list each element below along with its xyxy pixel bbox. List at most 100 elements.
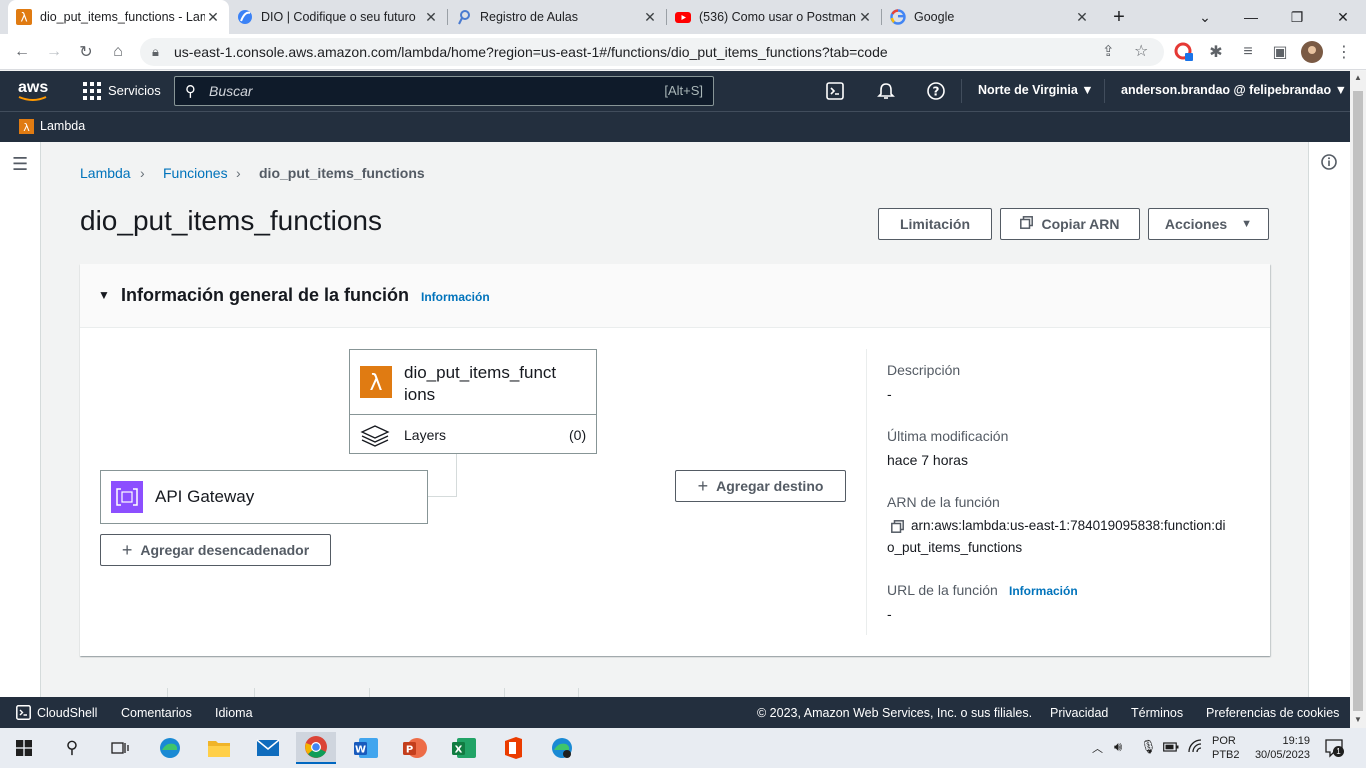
tab-dio[interactable]: DIO | Codifique o seu futuro ✕ <box>229 0 447 34</box>
windows-start-icon[interactable] <box>4 732 44 764</box>
region-selector[interactable]: Norte de Virginia ▼ <box>978 83 1094 97</box>
layers-count: (0) <box>569 427 587 443</box>
reload-icon[interactable]: ↻ <box>74 40 98 64</box>
breadcrumb-lambda[interactable]: Lambda <box>80 165 131 181</box>
svg-text:P: P <box>406 745 413 756</box>
trigger-node-api-gateway[interactable]: API Gateway <box>100 470 428 524</box>
extension-red-icon[interactable] <box>1172 40 1196 64</box>
description-label: Descripción <box>887 362 961 378</box>
hamburger-menu-icon[interactable]: ☰ <box>12 154 28 175</box>
scroll-up-icon[interactable]: ▲ <box>1354 73 1362 82</box>
forward-icon[interactable]: → <box>42 40 66 64</box>
plus-icon: + <box>697 475 709 496</box>
extensions-puzzle-icon[interactable]: ✱ <box>1204 40 1228 64</box>
close-icon[interactable]: ✕ <box>857 9 873 25</box>
reading-list-icon[interactable]: ≡ <box>1236 40 1260 64</box>
comments-link[interactable]: Comentarios <box>121 706 192 720</box>
clock[interactable]: 19:19 30/05/2023 <box>1250 734 1310 762</box>
add-trigger-button[interactable]: + Agregar desencadenador <box>100 534 331 566</box>
search-icon[interactable]: ⚲ <box>52 732 92 764</box>
copy-arn-button[interactable]: Copiar ARN <box>1000 208 1140 240</box>
search-input[interactable]: ⚲ Buscar [Alt+S] <box>174 76 714 106</box>
volume-icon[interactable]: 🔊︎ <box>1114 739 1122 755</box>
aws-logo[interactable]: aws <box>18 79 48 101</box>
plus-icon: + <box>121 539 133 560</box>
scroll-down-icon[interactable]: ▼ <box>1354 715 1362 724</box>
tab-lambda[interactable]: λ dio_put_items_functions - Lam ✕ <box>8 0 229 34</box>
tab-title: dio_put_items_functions - Lam <box>40 10 205 24</box>
menu-kebab-icon[interactable]: ⋮ <box>1332 40 1356 64</box>
info-link[interactable]: Información <box>1009 584 1078 598</box>
svg-text:λ: λ <box>369 371 382 396</box>
new-tab-button[interactable]: + <box>1104 0 1134 34</box>
arn-value-line1: arn:aws:lambda:us-east-1:784019095838:fu… <box>911 518 1226 533</box>
account-menu[interactable]: anderson.brandao @ felipebrandao ▼ <box>1121 83 1347 97</box>
services-grid-icon[interactable] <box>83 82 101 105</box>
info-link[interactable]: Información <box>421 290 490 304</box>
tray-chevron-up-icon[interactable]: ︿ <box>1092 740 1103 756</box>
task-view-icon[interactable] <box>100 732 140 764</box>
api-gateway-icon <box>111 481 143 518</box>
caret-down-icon[interactable]: ▼ <box>98 288 110 302</box>
tab-google[interactable]: Google ✕ <box>882 0 1098 34</box>
notifications-bell-icon[interactable] <box>876 81 896 106</box>
close-icon[interactable]: ✕ <box>642 9 658 25</box>
actions-dropdown[interactable]: Acciones ▼ <box>1148 208 1269 240</box>
help-icon[interactable]: ? <box>926 81 946 106</box>
close-icon[interactable]: ✕ <box>205 9 221 25</box>
close-icon[interactable]: ✕ <box>1074 9 1090 25</box>
google-icon <box>890 9 906 25</box>
youtube-icon <box>675 9 691 25</box>
terms-link[interactable]: Términos <box>1131 706 1183 720</box>
services-menu[interactable]: Servicios <box>108 83 161 98</box>
file-explorer-icon[interactable] <box>199 732 239 764</box>
microphone-icon[interactable]: 🎙︎ <box>1140 739 1157 755</box>
input-language[interactable]: POR PTB2 <box>1212 734 1240 762</box>
home-icon[interactable]: ⌂ <box>106 40 130 64</box>
copy-icon[interactable] <box>891 520 904 538</box>
back-icon[interactable]: ← <box>10 40 34 64</box>
scrollbar-thumb[interactable] <box>1353 91 1363 711</box>
notification-center-icon[interactable]: 1 <box>1324 738 1344 763</box>
office-icon[interactable] <box>493 732 533 764</box>
cloudshell-icon[interactable] <box>826 82 844 105</box>
privacy-link[interactable]: Privacidad <box>1050 706 1108 720</box>
language-link[interactable]: Idioma <box>215 706 253 720</box>
layers-label: Layers <box>404 427 447 443</box>
powerpoint-icon[interactable]: P <box>395 732 435 764</box>
info-panel-icon[interactable] <box>1321 154 1337 175</box>
chrome-taskbar-icon[interactable] <box>296 732 336 764</box>
chevron-right-icon: › <box>140 165 145 181</box>
battery-icon[interactable] <box>1163 740 1179 758</box>
minimize-icon[interactable]: — <box>1228 0 1274 34</box>
close-icon[interactable]: ✕ <box>423 9 439 25</box>
window-close-icon[interactable]: ✕ <box>1320 0 1366 34</box>
lambda-icon: λ <box>16 9 32 25</box>
cookie-preferences-link[interactable]: Preferencias de cookies <box>1206 706 1339 720</box>
function-node[interactable]: λ dio_put_items_funct ions Layers (0) <box>349 349 597 454</box>
wifi-icon[interactable] <box>1188 739 1204 758</box>
cloudshell-icon <box>16 705 31 723</box>
mail-icon[interactable] <box>248 732 288 764</box>
tab-registro[interactable]: Registro de Aulas ✕ <box>448 0 666 34</box>
cloudshell-link[interactable]: CloudShell <box>37 706 97 720</box>
edge-icon[interactable] <box>150 732 190 764</box>
lambda-service-link[interactable]: Lambda <box>40 119 85 133</box>
restore-icon[interactable]: ❐ <box>1274 0 1320 34</box>
panel-header[interactable]: ▼ Información general de la función Info… <box>80 264 1270 328</box>
add-destination-button[interactable]: + Agregar destino <box>675 470 846 502</box>
side-panel-icon[interactable]: ▣ <box>1268 40 1292 64</box>
word-icon[interactable]: W <box>346 732 386 764</box>
tab-youtube[interactable]: (536) Como usar o Postman p ✕ <box>667 0 881 34</box>
address-bar[interactable]: 🔒︎ us-east-1.console.aws.amazon.com/lamb… <box>140 38 1164 66</box>
throttle-button[interactable]: Limitación <box>878 208 992 240</box>
edge-dev-icon[interactable] <box>542 732 582 764</box>
breadcrumb-functions[interactable]: Funciones <box>163 165 228 181</box>
share-icon[interactable]: ⇪ <box>1102 42 1115 60</box>
search-shortcut: [Alt+S] <box>664 83 703 98</box>
tab-search-icon[interactable]: ⌄ <box>1182 0 1228 34</box>
excel-icon[interactable]: X <box>444 732 484 764</box>
page-scrollbar[interactable]: ▲ ▼ <box>1350 71 1366 728</box>
profile-avatar[interactable] <box>1300 40 1324 64</box>
bookmark-star-icon[interactable]: ☆ <box>1134 41 1148 61</box>
